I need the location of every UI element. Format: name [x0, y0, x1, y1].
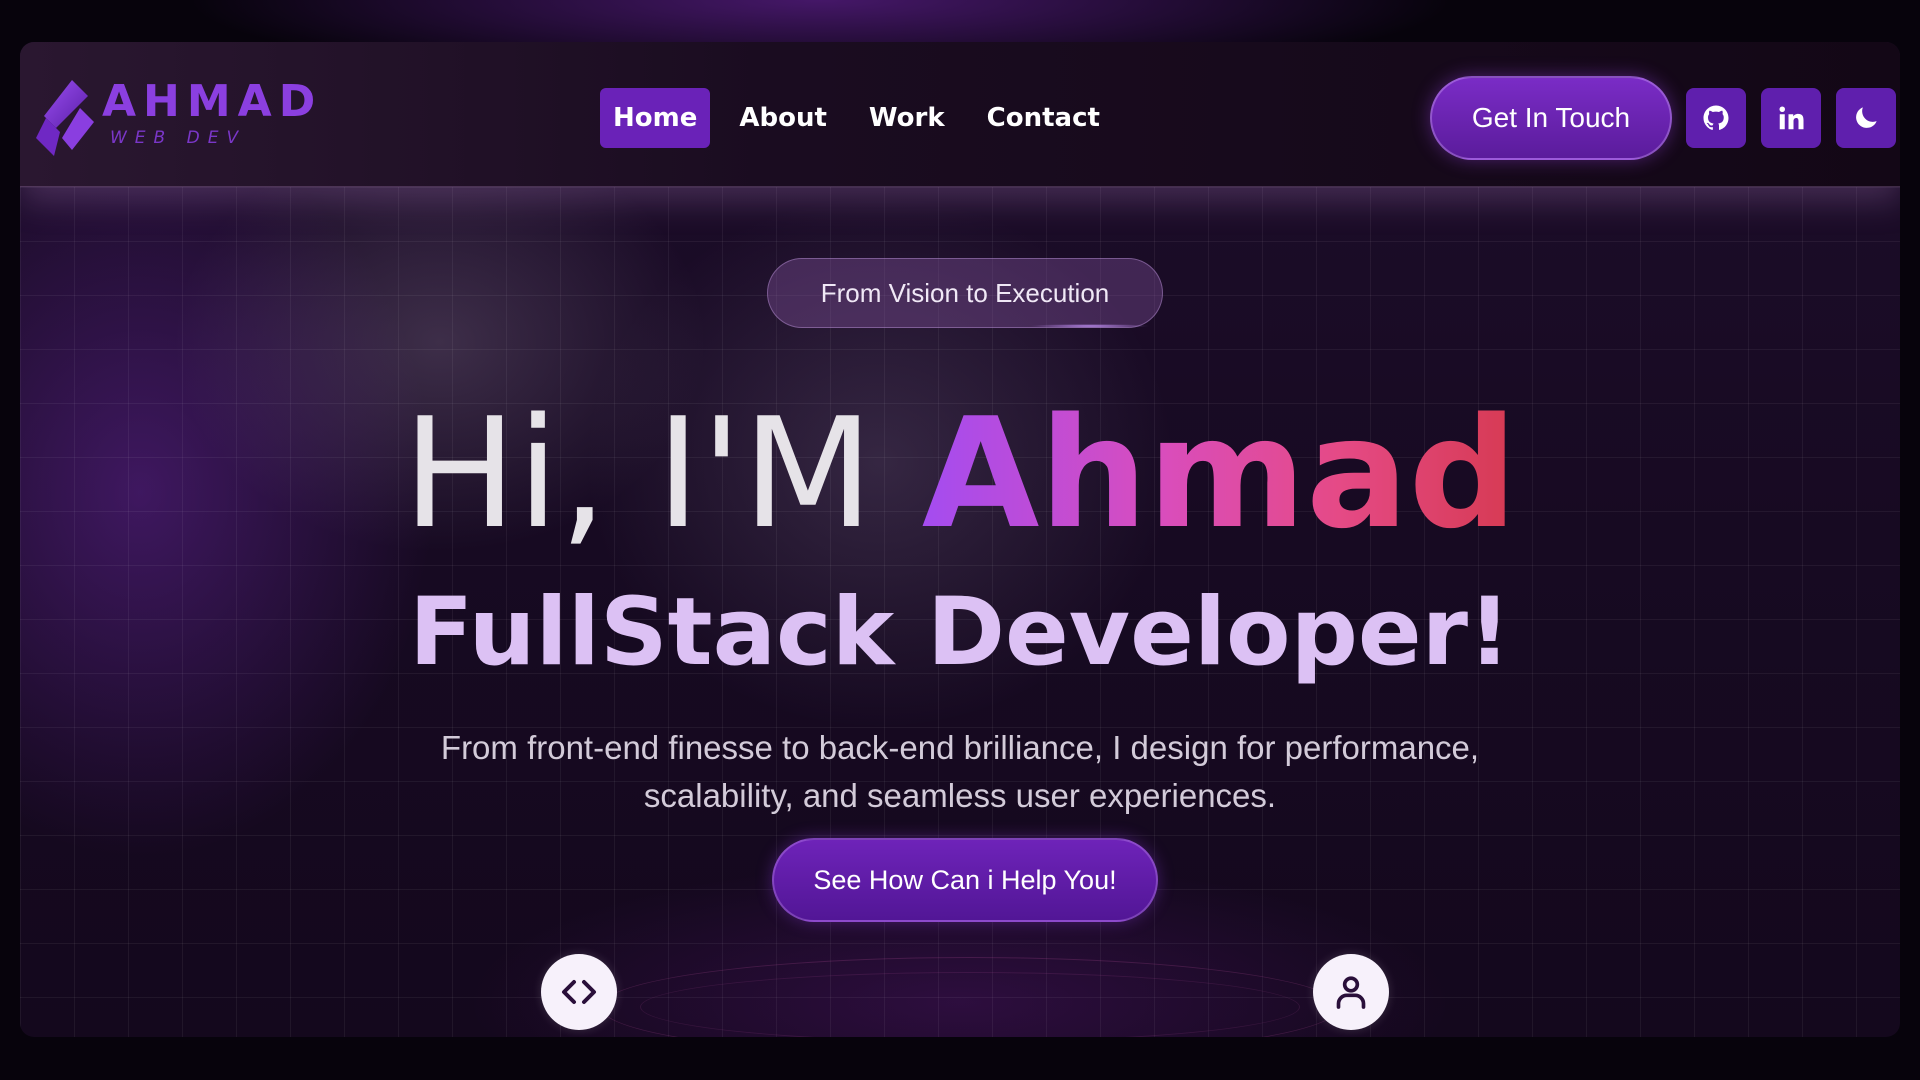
- nav-contact[interactable]: Contact: [974, 88, 1113, 148]
- hero-description: From front-end finesse to back-end brill…: [440, 729, 1480, 814]
- github-button[interactable]: [1686, 88, 1746, 148]
- hero-name: Ahmad: [921, 385, 1518, 562]
- theme-toggle-button[interactable]: [1836, 88, 1896, 148]
- badge-glow: [1030, 324, 1150, 328]
- site-header: AHMAD WEB DEV Home About Work Contact Ge…: [20, 42, 1900, 187]
- hero-greeting: Hi, I'M: [402, 385, 922, 562]
- logo-mark-icon: [36, 80, 94, 156]
- code-icon: [562, 980, 596, 1004]
- nav-about[interactable]: About: [726, 88, 840, 148]
- user-orbit-button[interactable]: [1313, 954, 1389, 1030]
- nav-home[interactable]: Home: [600, 88, 711, 148]
- logo[interactable]: AHMAD WEB DEV: [32, 72, 315, 162]
- browser-viewport: AHMAD WEB DEV Home About Work Contact Ge…: [20, 42, 1900, 1037]
- code-orbit-button[interactable]: [541, 954, 617, 1030]
- nav-work[interactable]: Work: [856, 88, 958, 148]
- moon-icon: [1856, 107, 1877, 128]
- tagline-badge: From Vision to Execution: [767, 258, 1163, 328]
- get-in-touch-button[interactable]: Get In Touch: [1430, 76, 1672, 160]
- orbit-ring-inner: [640, 972, 1300, 1037]
- hero-title: Hi, I'M Ahmad: [20, 394, 1900, 554]
- main-nav: Home About Work Contact: [600, 88, 1113, 148]
- help-cta-button[interactable]: See How Can i Help You!: [772, 838, 1158, 922]
- user-icon: [1336, 976, 1366, 1009]
- logo-subtitle: WEB DEV: [110, 128, 247, 148]
- linkedin-icon: [1779, 106, 1804, 130]
- linkedin-button[interactable]: [1761, 88, 1821, 148]
- github-icon: [1703, 105, 1729, 130]
- page: AHMAD WEB DEV Home About Work Contact Ge…: [0, 0, 1920, 1080]
- logo-title: AHMAD: [102, 76, 323, 127]
- hero-role: FullStack Developer!: [409, 578, 1511, 687]
